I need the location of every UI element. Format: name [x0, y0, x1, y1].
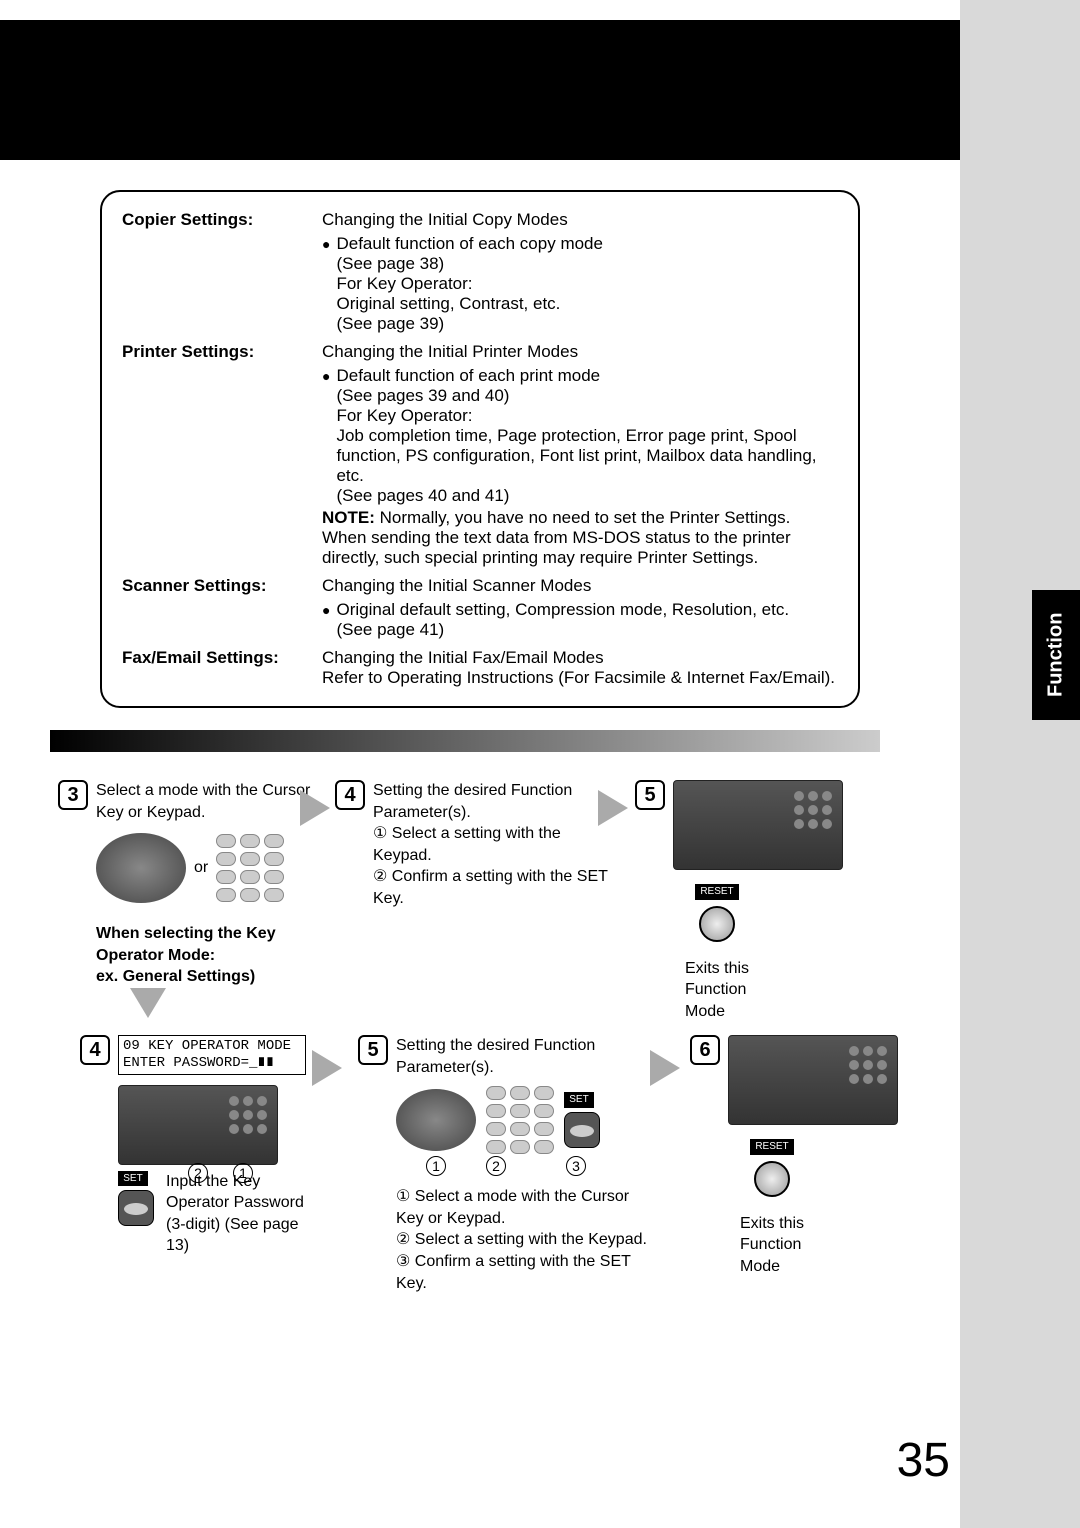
- step-4-top: 4 Setting the desired Function Parameter…: [335, 780, 615, 910]
- scanner-label: Scanner Settings:: [122, 576, 322, 640]
- arrow-icon: [650, 1050, 680, 1086]
- keypad-icon: [216, 834, 284, 902]
- cursor-pad-icon: [96, 833, 186, 903]
- keypad-icon: [486, 1086, 554, 1154]
- arrow-icon: [312, 1050, 342, 1086]
- circled-1: 1: [426, 1156, 446, 1176]
- step-6: 6 RESET Exits this Function Mode: [690, 1035, 890, 1277]
- printer-title: Changing the Initial Printer Modes: [322, 342, 838, 362]
- step-4b-input-text: Input the Key Operator Password (3-digit…: [166, 1171, 306, 1257]
- copier-label: Copier Settings:: [122, 210, 322, 334]
- step-4a-text: Setting the desired Function Parameter(s…: [373, 780, 615, 823]
- side-column: [960, 0, 1080, 1528]
- fax-title: Changing the Initial Fax/Email Modes: [322, 648, 838, 668]
- page-number: 35: [897, 1433, 950, 1488]
- control-panel-icon: [673, 780, 843, 870]
- step-3-sub2: ex. General Settings): [96, 966, 318, 988]
- control-panel-icon: [728, 1035, 898, 1125]
- step-6-exit: Exits this Function Mode: [740, 1213, 840, 1278]
- circled-2: 2: [188, 1163, 208, 1183]
- circled-2: ②: [396, 1231, 410, 1248]
- lcd-display: 09 KEY OPERATOR MODE ENTER PASSWORD=_∎∎: [118, 1035, 306, 1075]
- set-label: SET: [118, 1171, 148, 1187]
- divider-gradient: [50, 730, 880, 752]
- printer-note: NOTE: Normally, you have no need to set …: [322, 508, 838, 568]
- step-4b-num: 4: [80, 1035, 110, 1065]
- step-5top-exit: Exits this Function Mode: [685, 958, 785, 1023]
- fax-body: Refer to Operating Instructions (For Fac…: [322, 668, 838, 688]
- copier-title: Changing the Initial Copy Modes: [322, 210, 838, 230]
- scanner-title: Changing the Initial Scanner Modes: [322, 576, 838, 596]
- reset-button-icon: [699, 906, 735, 942]
- step-3-text: Select a mode with the Cursor Key or Key…: [96, 780, 318, 823]
- printer-bullet: Default function of each print mode (See…: [336, 366, 838, 506]
- circled-1: ①: [396, 1188, 410, 1205]
- cursor-pad-icon: [396, 1089, 476, 1151]
- reset-button-icon: [754, 1161, 790, 1197]
- scanner-bullet: Original default setting, Compression mo…: [336, 600, 789, 640]
- reset-label: RESET: [750, 1139, 794, 1155]
- circled-3: ③: [396, 1253, 410, 1270]
- side-tab-function: Function: [1032, 590, 1080, 720]
- step-3: 3 Select a mode with the Cursor Key or K…: [58, 780, 318, 988]
- copier-bullet: Default function of each copy mode (See …: [336, 234, 603, 334]
- set-label: SET: [564, 1092, 594, 1108]
- control-panel-icon: [118, 1085, 278, 1165]
- step-5b-num: 5: [358, 1035, 388, 1065]
- or-label: or: [194, 857, 208, 879]
- step-3-sub1: When selecting the Key Operator Mode:: [96, 923, 318, 966]
- arrow-icon: [130, 988, 166, 1018]
- circled-1: 1: [233, 1163, 253, 1183]
- header-banner: [0, 20, 960, 160]
- circled-2: 2: [486, 1156, 506, 1176]
- arrow-icon: [598, 790, 628, 826]
- step-4a-num: 4: [335, 780, 365, 810]
- step-5b-text: Setting the desired Function Parameter(s…: [396, 1035, 658, 1078]
- step-4-bottom: 4 09 KEY OPERATOR MODE ENTER PASSWORD=_∎…: [80, 1035, 330, 1257]
- step-6-num: 6: [690, 1035, 720, 1065]
- circled-1: ①: [373, 825, 387, 842]
- circled-3: 3: [566, 1156, 586, 1176]
- step-3-num: 3: [58, 780, 88, 810]
- set-button-icon: [118, 1190, 154, 1226]
- printer-label: Printer Settings:: [122, 342, 322, 568]
- step-5-bottom: 5 Setting the desired Function Parameter…: [358, 1035, 658, 1294]
- arrow-icon: [300, 790, 330, 826]
- circled-2: ②: [373, 868, 387, 885]
- step-5top-num: 5: [635, 780, 665, 810]
- step-5-top: 5 RESET Exits this Function Mode: [635, 780, 835, 1022]
- set-button-icon: [564, 1112, 600, 1148]
- settings-box: Copier Settings: Changing the Initial Co…: [100, 190, 860, 708]
- reset-label: RESET: [695, 884, 739, 900]
- fax-label: Fax/Email Settings:: [122, 648, 322, 688]
